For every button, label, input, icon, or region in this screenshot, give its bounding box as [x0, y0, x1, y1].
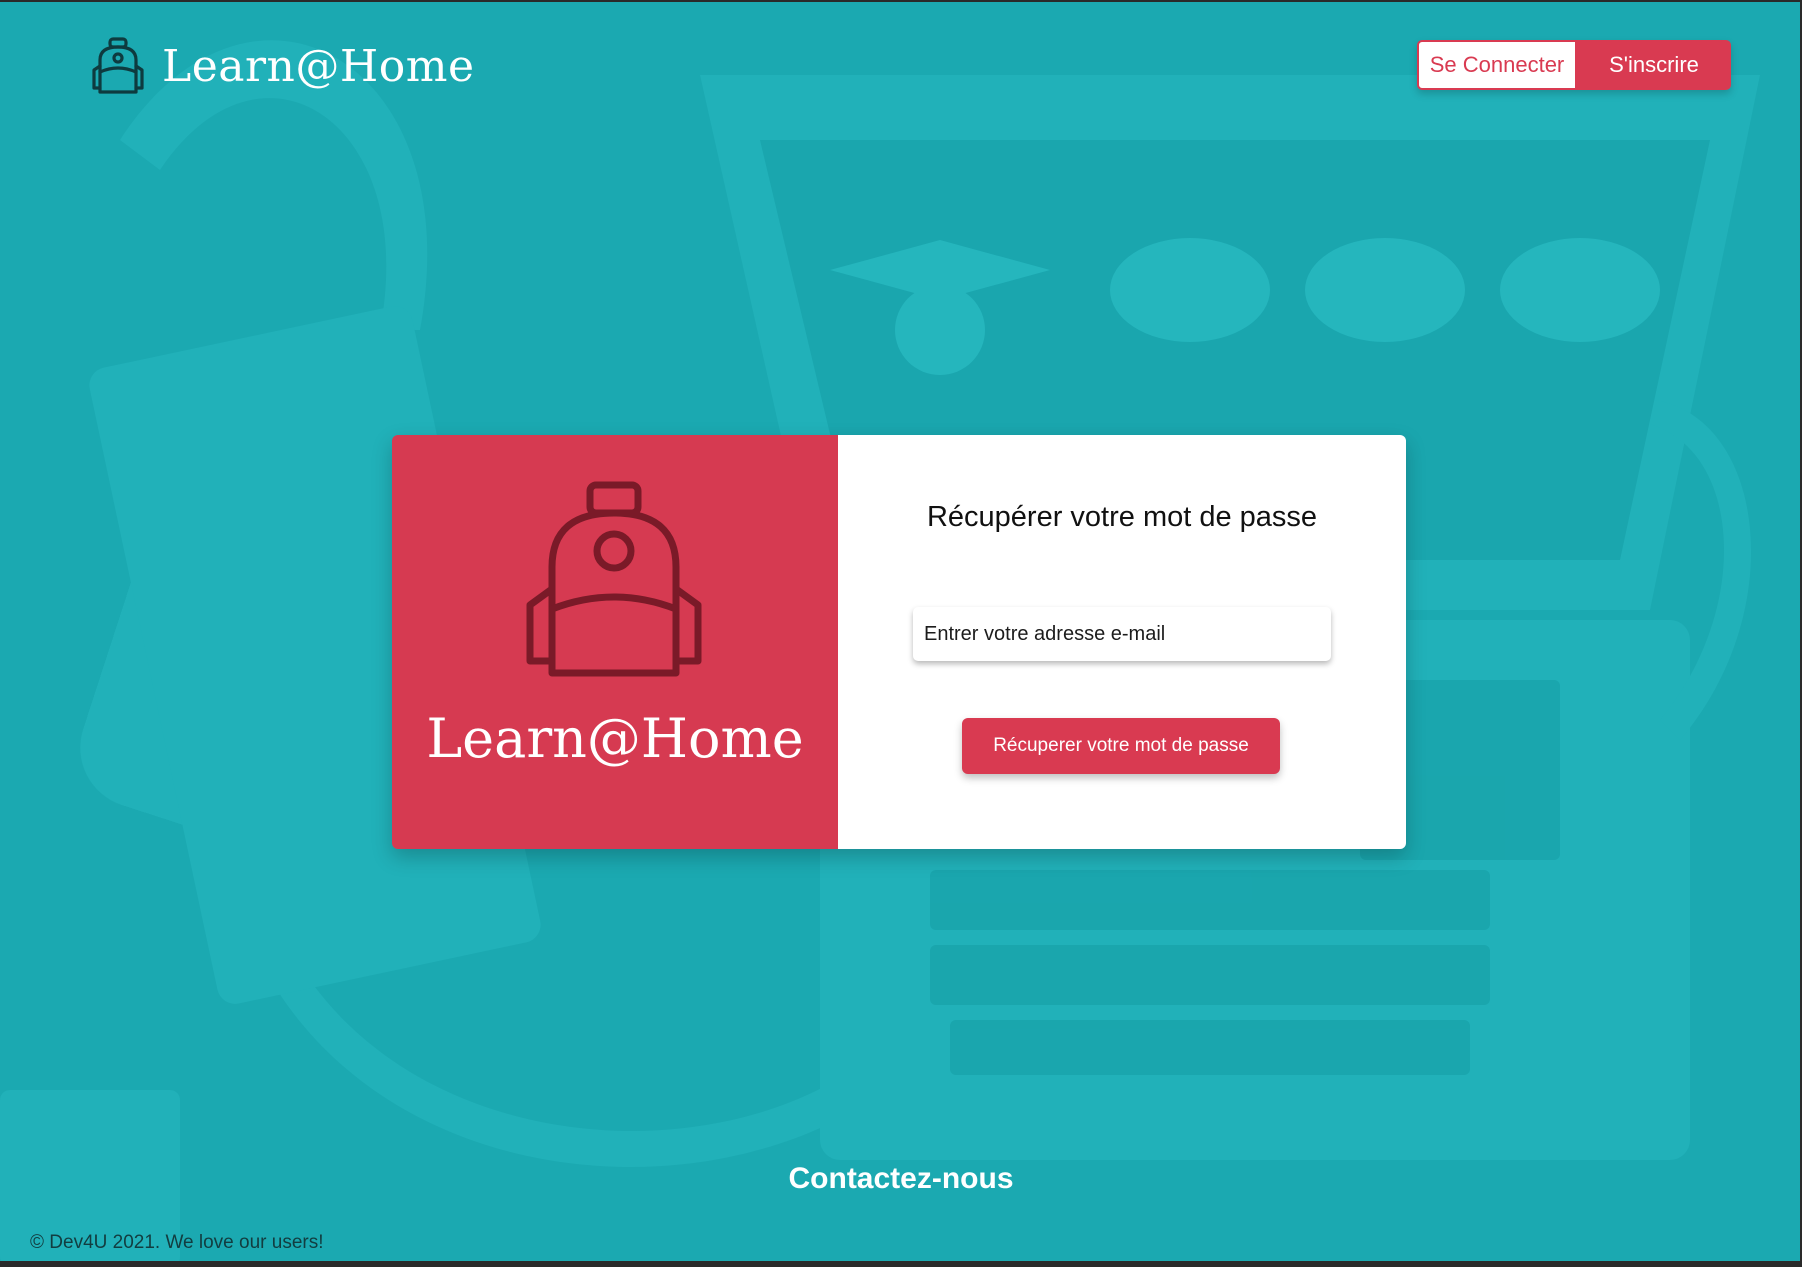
backpack-icon: [524, 481, 704, 686]
card-brand-panel: Learn@Home: [392, 435, 838, 849]
form-title: Récupérer votre mot de passe: [926, 501, 1318, 533]
window-edge-bottom: [0, 1261, 1802, 1267]
login-button[interactable]: Se Connecter: [1417, 40, 1577, 90]
backpack-icon: [90, 36, 146, 96]
brand-logo-link[interactable]: Learn@Home: [90, 34, 474, 98]
recovery-form: Récupérer votre mot de passe Récuperer v…: [838, 435, 1406, 849]
copyright-text: © Dev4U 2021. We love our users!: [30, 1232, 324, 1253]
card-brand-name: Learn@Home: [426, 707, 804, 770]
recover-password-button[interactable]: Récuperer votre mot de passe: [962, 718, 1280, 774]
auth-button-group: Se Connecter S'inscrire: [1417, 40, 1731, 90]
signup-button[interactable]: S'inscrire: [1577, 40, 1731, 90]
brand-name: Learn@Home: [162, 40, 475, 92]
email-input[interactable]: [913, 607, 1331, 661]
window-edge-top: [0, 0, 1802, 2]
password-recovery-card: Learn@Home Récupérer votre mot de passe …: [392, 435, 1406, 849]
contact-link[interactable]: Contactez-nous: [0, 1162, 1802, 1196]
page: Learn@Home Se Connecter S'inscrire Learn…: [0, 0, 1802, 1267]
